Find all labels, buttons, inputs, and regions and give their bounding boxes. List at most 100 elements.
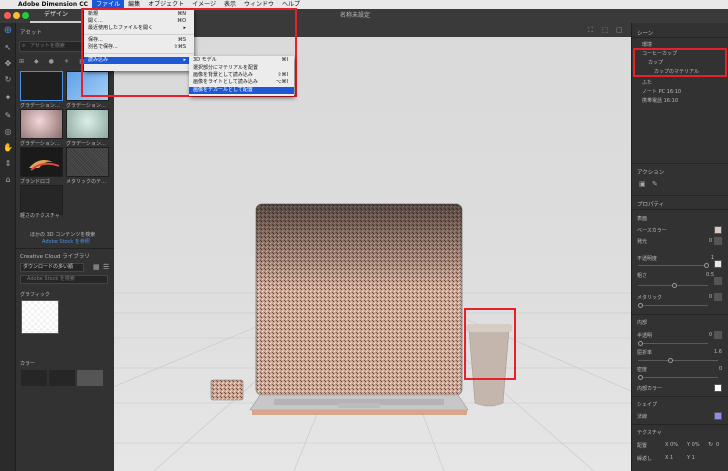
offset-x-field[interactable]: X 0% xyxy=(665,442,678,448)
submenu-item-image-as-background[interactable]: 画像を背景として読み込み ⇧⌘I xyxy=(189,72,294,79)
divider xyxy=(632,396,728,397)
menu-item-label: 選択部分にマテリアルを配置 xyxy=(193,65,258,71)
eyedropper-icon[interactable]: ✎ xyxy=(3,111,13,121)
scene-item-phone[interactable]: 携帯電話 16:10 xyxy=(642,97,678,104)
interior-color-label: 内部カラー xyxy=(637,386,663,392)
asset-thumb-gradient-1[interactable] xyxy=(20,71,63,101)
library-dropdown[interactable]: ダウンロードの多い順 xyxy=(20,263,84,272)
repeat-y-field[interactable]: Y 1 xyxy=(687,455,695,461)
opacity-label: 不透明度 xyxy=(637,256,658,262)
submenu-item-image-as-light[interactable]: 画像をライトとして読み込み ⌥⌘I xyxy=(189,79,294,86)
zoom-window-button[interactable] xyxy=(22,12,29,19)
graphics-group-label: グラフィック xyxy=(20,292,50,298)
normal-map-swatch[interactable] xyxy=(714,412,722,420)
submenu-item-3d-model[interactable]: 3D モデル ⌘I xyxy=(189,57,294,64)
actions-title: アクション xyxy=(637,170,665,176)
sheen-label: シェイプ xyxy=(637,402,658,408)
stock-search-input[interactable]: Adobe Stock を検索 xyxy=(20,275,108,284)
asset-label: グラデーション… xyxy=(66,141,106,147)
rotation-field[interactable]: 0 xyxy=(716,442,719,448)
glow-swatch[interactable] xyxy=(714,237,722,245)
normal-label: 法線 xyxy=(637,414,648,420)
dolly-icon[interactable]: ⇕ xyxy=(3,159,13,169)
scene-item-lid[interactable]: ふた xyxy=(642,79,652,86)
align-icon[interactable]: ▣ xyxy=(639,180,646,188)
divider xyxy=(632,195,728,196)
translucency-swatch[interactable] xyxy=(714,331,722,339)
interior-color-swatch[interactable] xyxy=(714,384,722,392)
density-value: 0 xyxy=(718,366,722,372)
color-swatch[interactable] xyxy=(21,370,47,386)
adobe-stock-link[interactable]: Adobe Stock を参照 xyxy=(42,238,90,245)
base-color-label: ベースカラー xyxy=(637,228,667,234)
graphic-thumbnail[interactable] xyxy=(21,300,59,334)
minimize-window-button[interactable] xyxy=(13,12,20,19)
divider xyxy=(632,209,728,210)
rotate-icon: ↻ xyxy=(708,441,714,448)
base-color-swatch[interactable] xyxy=(714,226,722,234)
asset-thumb-brand-logo[interactable] xyxy=(20,147,63,177)
move-tool-icon[interactable]: ✥ xyxy=(3,59,13,69)
repeat-x-field[interactable]: X 1 xyxy=(665,455,673,461)
menu-item-label: 画像を背景として読み込み xyxy=(193,72,253,78)
slider-knob[interactable] xyxy=(638,375,643,380)
magic-select-icon[interactable]: ✦ xyxy=(3,93,13,103)
scene-item-environment[interactable]: 環境 xyxy=(642,41,652,48)
slider-knob[interactable] xyxy=(704,263,709,268)
close-window-button[interactable] xyxy=(4,12,11,19)
camera-orbit-icon[interactable]: ◎ xyxy=(3,127,13,137)
metallic-slider[interactable] xyxy=(638,303,708,308)
submenu-item-image-as-decal[interactable]: 画像をデカールとして配置 xyxy=(189,87,294,94)
offset-y-field[interactable]: Y 0% xyxy=(687,442,700,448)
translucency-slider[interactable] xyxy=(638,341,708,346)
asset-thumb-gradient-3[interactable] xyxy=(20,109,63,139)
slider-knob[interactable] xyxy=(672,283,677,288)
asset-label: グラデーション… xyxy=(20,141,60,147)
asset-thumb-gradient-4[interactable] xyxy=(66,109,109,139)
phone-model[interactable] xyxy=(210,379,244,401)
asset-label: グラデーション… xyxy=(20,103,60,109)
metallic-value: 0 xyxy=(708,294,712,300)
roughness-slider[interactable] xyxy=(638,283,708,288)
slider-knob[interactable] xyxy=(638,303,643,308)
rotate-tool-icon[interactable]: ↻ xyxy=(3,75,13,85)
lights-icon[interactable]: ☀ xyxy=(64,58,69,68)
asset-label: 軽さのテクスチャ xyxy=(20,213,60,219)
menu-shortcut: ⌘I xyxy=(281,57,288,63)
slider-knob[interactable] xyxy=(668,358,673,363)
divider xyxy=(16,248,114,249)
tab-design[interactable]: デザイン xyxy=(30,9,82,23)
submenu-item-place-material[interactable]: 選択部分にマテリアルを配置 xyxy=(189,65,294,72)
materials-icon[interactable]: ● xyxy=(49,58,54,68)
more-3d-content-text: ほかの 3D コンテンツを検索 xyxy=(30,232,96,238)
metallic-swatch[interactable] xyxy=(714,293,722,301)
pan-icon[interactable]: ✋ xyxy=(3,143,13,153)
select-tool-icon[interactable]: ↖ xyxy=(3,43,13,53)
sample-material-icon[interactable]: ✎ xyxy=(652,180,658,188)
colors-group-label: カラー xyxy=(20,361,36,367)
cup-selection-highlight xyxy=(464,308,516,380)
offset-label: 配置 xyxy=(637,443,648,449)
grid-view-icon[interactable]: ▦ xyxy=(93,263,100,271)
translucency-value: 0 xyxy=(708,332,712,338)
density-slider[interactable] xyxy=(638,375,718,380)
asset-thumb-roughness[interactable] xyxy=(20,185,63,215)
list-view-icon[interactable]: ☰ xyxy=(103,263,109,271)
models-icon[interactable]: ◆ xyxy=(34,58,39,68)
asset-thumb-metallic[interactable] xyxy=(66,147,109,177)
laptop-model[interactable] xyxy=(249,203,469,415)
all-assets-icon[interactable]: ⊞ xyxy=(19,58,24,68)
roughness-swatch[interactable] xyxy=(714,277,722,285)
color-swatch[interactable] xyxy=(49,370,75,386)
add-icon[interactable]: ⊕ xyxy=(3,26,13,36)
horizon-icon[interactable]: ⌂ xyxy=(3,175,13,185)
slider-knob[interactable] xyxy=(638,341,643,346)
asset-label: ブランドロゴ xyxy=(20,179,51,185)
translucency-label: 半透明 xyxy=(637,333,653,339)
color-swatch[interactable] xyxy=(77,370,103,386)
opacity-swatch[interactable] xyxy=(714,260,722,268)
glow-value: 0 xyxy=(708,238,712,244)
scene-item-laptop[interactable]: ノート PC 16:10 xyxy=(642,88,681,95)
opacity-slider[interactable] xyxy=(638,263,709,268)
ior-slider[interactable] xyxy=(638,358,718,363)
